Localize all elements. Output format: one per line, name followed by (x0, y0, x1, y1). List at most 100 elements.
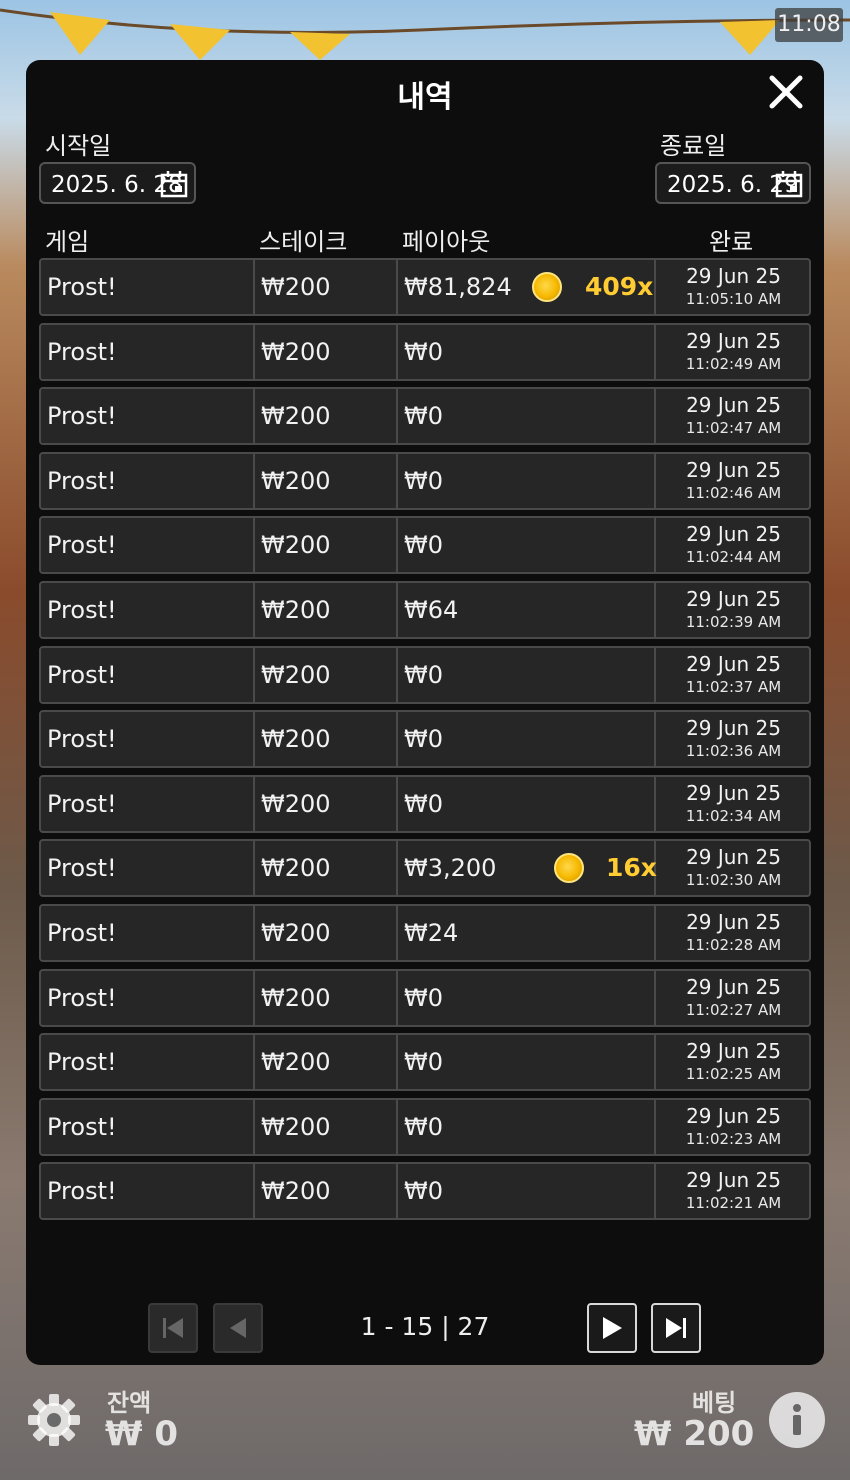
completed-date: 29 Jun 25 (686, 458, 781, 482)
completed-cell: 29 Jun 25 11:02:36 AM (656, 712, 811, 766)
completed-time: 11:02:30 AM (685, 871, 782, 889)
payout-cell: ₩0 (398, 1035, 656, 1089)
game-cell: Prost! (41, 971, 255, 1025)
game-cell: Prost! (41, 260, 255, 314)
completed-date: 29 Jun 25 (686, 1039, 781, 1063)
table-row[interactable]: Prost! ₩200 ₩24 29 Jun 25 11:02:28 AM (39, 904, 811, 962)
stake-cell: ₩200 (255, 712, 398, 766)
column-header-payout: 페이아웃 (402, 228, 491, 256)
payout-value: ₩24 (404, 919, 459, 947)
completed-date: 29 Jun 25 (686, 975, 781, 999)
table-row[interactable]: Prost! ₩200 ₩0 29 Jun 25 11:02:49 AM (39, 323, 811, 381)
column-header-completed: 완료 (709, 228, 754, 256)
completed-cell: 29 Jun 25 11:02:28 AM (656, 906, 811, 960)
game-cell: Prost! (41, 648, 255, 702)
stake-cell: ₩200 (255, 1164, 398, 1218)
calendar-icon[interactable] (775, 170, 803, 198)
status-clock: 11:08 (775, 8, 843, 42)
table-row[interactable]: Prost! ₩200 ₩0 29 Jun 25 11:02:44 AM (39, 516, 811, 574)
start-date-field[interactable]: 2025. 6. 28 (39, 162, 196, 204)
payout-cell: ₩64 (398, 583, 656, 637)
completed-time: 11:05:10 AM (685, 290, 782, 308)
payout-cell: ₩0 (398, 1100, 656, 1154)
game-cell: Prost! (41, 777, 255, 831)
completed-date: 29 Jun 25 (686, 264, 781, 288)
calendar-icon[interactable] (160, 170, 188, 198)
table-row[interactable]: Prost! ₩200 ₩0 29 Jun 25 11:02:25 AM (39, 1033, 811, 1091)
play-right-icon (603, 1317, 622, 1339)
completed-date: 29 Jun 25 (686, 781, 781, 805)
stake-cell: ₩200 (255, 906, 398, 960)
table-row[interactable]: Prost! ₩200 ₩0 29 Jun 25 11:02:27 AM (39, 969, 811, 1027)
table-row[interactable]: Prost! ₩200 ₩0 29 Jun 25 11:02:47 AM (39, 387, 811, 445)
payout-value: ₩81,824 (404, 273, 512, 301)
payout-cell: ₩24 (398, 906, 656, 960)
table-row[interactable]: Prost! ₩200 ₩0 29 Jun 25 11:02:34 AM (39, 775, 811, 833)
table-row[interactable]: Prost! ₩200 ₩0 29 Jun 25 11:02:36 AM (39, 710, 811, 768)
completed-time: 11:02:25 AM (685, 1065, 782, 1083)
completed-cell: 29 Jun 25 11:02:47 AM (656, 389, 811, 443)
payout-value: ₩0 (404, 1177, 443, 1205)
completed-date: 29 Jun 25 (686, 329, 781, 353)
payout-value: ₩0 (404, 790, 443, 818)
pagination-label: 1 - 15 | 27 (360, 1312, 490, 1341)
completed-time: 11:02:37 AM (685, 678, 782, 696)
stake-cell: ₩200 (255, 777, 398, 831)
stake-cell: ₩200 (255, 1035, 398, 1089)
completed-date: 29 Jun 25 (686, 1104, 781, 1128)
completed-cell: 29 Jun 25 11:05:10 AM (656, 260, 811, 314)
dialog-title: 내역 (397, 80, 453, 115)
completed-time: 11:02:36 AM (685, 742, 782, 760)
completed-date: 29 Jun 25 (686, 522, 781, 546)
game-cell: Prost! (41, 906, 255, 960)
table-row[interactable]: Prost! ₩200 ₩81,824 409x 29 Jun 25 11:05:10 A… (39, 258, 811, 316)
payout-value: ₩3,200 (404, 854, 497, 882)
first-page-button[interactable] (148, 1303, 198, 1353)
gear-icon[interactable] (26, 1392, 82, 1448)
game-cell: Prost! (41, 712, 255, 766)
table-row[interactable]: Prost! ₩200 ₩0 29 Jun 25 11:02:21 AM (39, 1162, 811, 1220)
close-icon[interactable] (766, 72, 806, 112)
table-row[interactable]: Prost! ₩200 ₩3,200 16x 29 Jun 25 11:02:30 AM (39, 839, 811, 897)
payout-value: ₩0 (404, 531, 443, 559)
completed-cell: 29 Jun 25 11:02:23 AM (656, 1100, 811, 1154)
completed-time: 11:02:21 AM (685, 1194, 782, 1212)
payout-cell: ₩0 (398, 971, 656, 1025)
balance-value: ₩ 0 (105, 1414, 178, 1454)
completed-cell: 29 Jun 25 11:02:27 AM (656, 971, 811, 1025)
multiplier-value: 409x (585, 272, 654, 301)
stake-cell: ₩200 (255, 389, 398, 443)
game-cell: Prost! (41, 1164, 255, 1218)
payout-cell: ₩0 (398, 777, 656, 831)
table-row[interactable]: Prost! ₩200 ₩64 29 Jun 25 11:02:39 AM (39, 581, 811, 639)
stake-cell: ₩200 (255, 454, 398, 508)
end-date-field[interactable]: 2025. 6. 29 (655, 162, 811, 204)
completed-date: 29 Jun 25 (686, 587, 781, 611)
payout-value: ₩0 (404, 402, 443, 430)
next-page-button[interactable] (587, 1303, 637, 1353)
coin-icon (532, 272, 562, 302)
table-row[interactable]: Prost! ₩200 ₩0 29 Jun 25 11:02:23 AM (39, 1098, 811, 1156)
skip-last-icon (666, 1318, 686, 1338)
payout-cell: ₩0 (398, 389, 656, 443)
game-cell: Prost! (41, 325, 255, 379)
table-row[interactable]: Prost! ₩200 ₩0 29 Jun 25 11:02:37 AM (39, 646, 811, 704)
stake-cell: ₩200 (255, 841, 398, 895)
payout-cell: ₩0 (398, 648, 656, 702)
payout-value: ₩0 (404, 467, 443, 495)
completed-cell: 29 Jun 25 11:02:21 AM (656, 1164, 811, 1218)
end-date-label: 종료일 (660, 132, 727, 160)
payout-value: ₩64 (404, 596, 459, 624)
game-cell: Prost! (41, 841, 255, 895)
start-date-label: 시작일 (45, 132, 112, 160)
table-row[interactable]: Prost! ₩200 ₩0 29 Jun 25 11:02:46 AM (39, 452, 811, 510)
last-page-button[interactable] (651, 1303, 701, 1353)
completed-cell: 29 Jun 25 11:02:34 AM (656, 777, 811, 831)
payout-value: ₩0 (404, 725, 443, 753)
payout-value: ₩0 (404, 984, 443, 1012)
payout-cell: ₩81,824 409x (398, 260, 656, 314)
completed-date: 29 Jun 25 (686, 845, 781, 869)
prev-page-button[interactable] (213, 1303, 263, 1353)
info-button[interactable] (769, 1392, 825, 1448)
stake-cell: ₩200 (255, 971, 398, 1025)
